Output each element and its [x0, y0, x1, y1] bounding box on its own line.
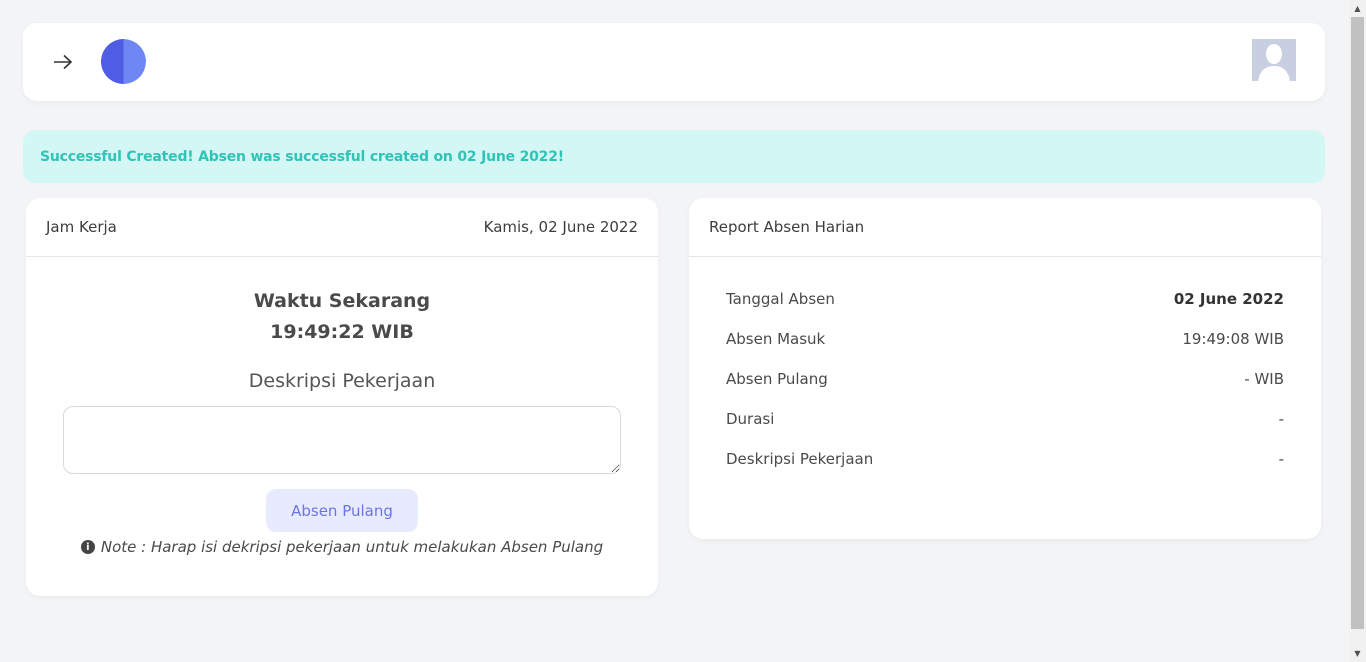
report-row-durasi: Durasi - [726, 410, 1284, 450]
arrow-right-icon[interactable] [50, 49, 76, 75]
report-card: Report Absen Harian Tanggal Absen 02 Jun… [689, 198, 1321, 539]
deskripsi-textarea[interactable] [63, 406, 621, 474]
scroll-down-arrow-icon[interactable]: ▼ [1349, 645, 1366, 662]
info-icon: i [80, 540, 95, 554]
report-header: Report Absen Harian [689, 198, 1321, 257]
scroll-up-arrow-icon[interactable]: ▲ [1349, 0, 1366, 17]
report-label: Absen Pulang [726, 370, 828, 388]
report-value: 19:49:08 WIB [1182, 330, 1284, 348]
report-label: Tanggal Absen [726, 290, 835, 308]
success-alert: Successful Created! Absen was successful… [23, 130, 1325, 183]
top-navbar [23, 23, 1325, 101]
report-list: Tanggal Absen 02 June 2022 Absen Masuk 1… [726, 290, 1284, 490]
report-value: - WIB [1244, 370, 1284, 388]
scroll-thumb[interactable] [1351, 17, 1364, 629]
jam-kerja-title: Jam Kerja [46, 218, 117, 236]
note-label: Note : Harap isi dekripsi pekerjaan untu… [100, 538, 604, 556]
jam-kerja-date: Kamis, 02 June 2022 [483, 218, 638, 236]
alert-text: Successful Created! Absen was successful… [40, 148, 564, 165]
report-row-deskripsi: Deskripsi Pekerjaan - [726, 450, 1284, 490]
app-logo[interactable] [101, 39, 146, 84]
report-label: Durasi [726, 410, 775, 428]
jam-kerja-card: Jam Kerja Kamis, 02 June 2022 Waktu Seka… [26, 198, 658, 596]
report-title: Report Absen Harian [709, 218, 865, 236]
report-value: - [1278, 410, 1284, 428]
user-avatar-icon[interactable] [1252, 39, 1296, 81]
report-row-tanggal: Tanggal Absen 02 June 2022 [726, 290, 1284, 330]
waktu-label: Waktu Sekarang [253, 290, 431, 312]
note-text: i Note : Harap isi dekripsi pekerjaan un… [26, 538, 658, 556]
report-row-masuk: Absen Masuk 19:49:08 WIB [726, 330, 1284, 370]
waktu-value: 19:49:22 WIB [270, 321, 414, 343]
report-row-pulang: Absen Pulang - WIB [726, 370, 1284, 410]
vertical-scrollbar[interactable]: ▲ ▼ [1349, 0, 1366, 662]
deskripsi-label: Deskripsi Pekerjaan [248, 370, 436, 392]
report-value: 02 June 2022 [1173, 290, 1284, 308]
jam-kerja-header: Jam Kerja Kamis, 02 June 2022 [26, 198, 658, 257]
report-label: Absen Masuk [726, 330, 826, 348]
report-value: - [1278, 450, 1284, 468]
absen-pulang-button[interactable]: Absen Pulang [266, 489, 418, 532]
report-label: Deskripsi Pekerjaan [726, 450, 874, 468]
